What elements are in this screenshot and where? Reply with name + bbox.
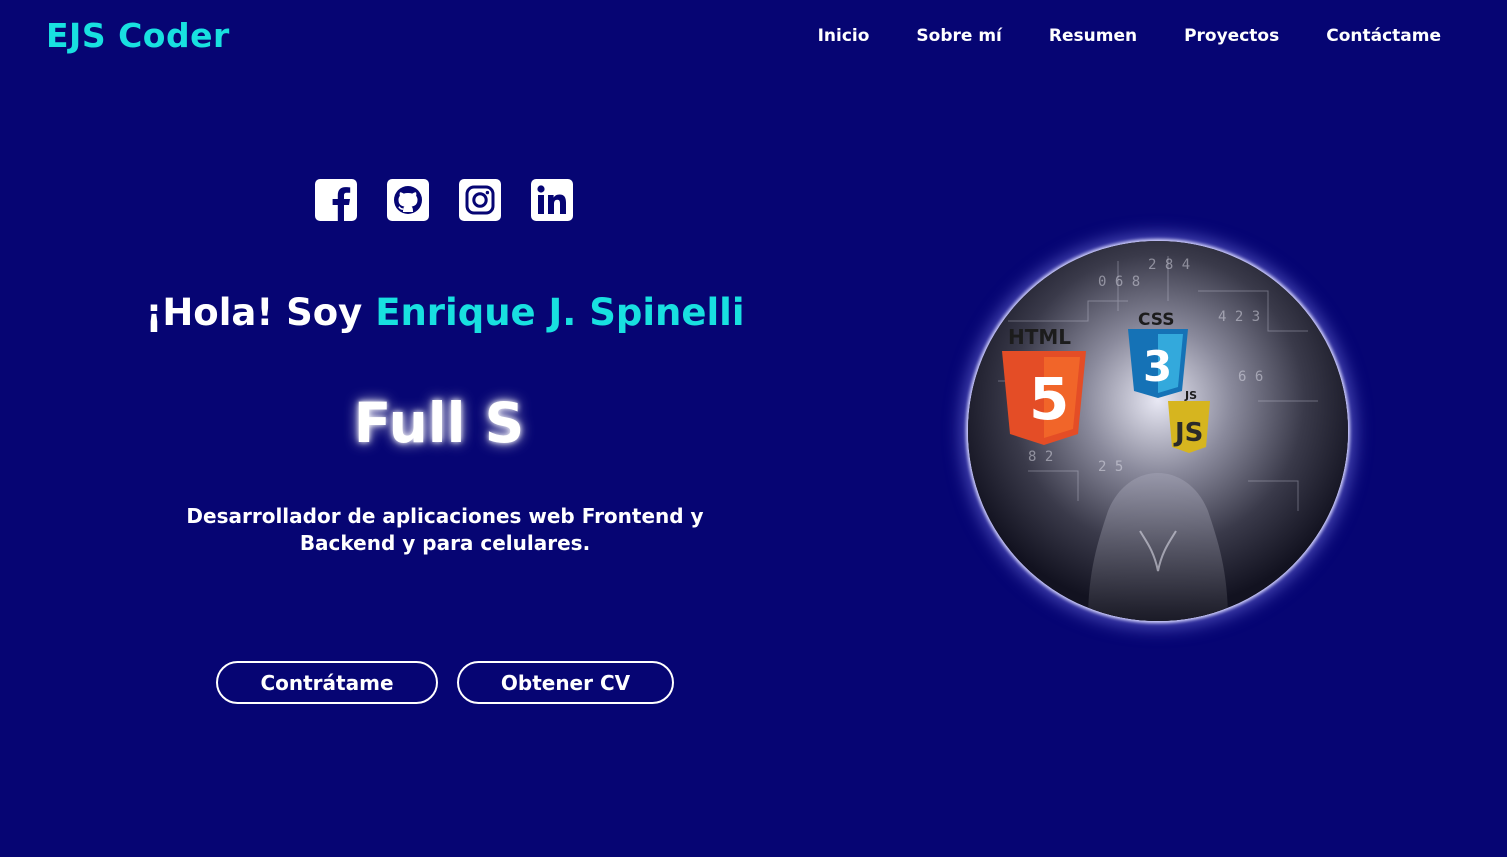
css-label: CSS	[1138, 310, 1175, 330]
svg-text:4 2 3: 4 2 3	[1218, 309, 1260, 325]
js-label: JS	[1184, 389, 1197, 402]
page: EJS Coder Inicio Sobre mí Resumen Proyec…	[0, 0, 1507, 857]
github-icon[interactable]	[387, 179, 429, 221]
hero-greeting: ¡Hola! Soy Enrique J. Spinelli	[0, 291, 890, 334]
svg-text:2 8 4: 2 8 4	[1148, 257, 1190, 273]
main-nav: Inicio Sobre mí Resumen Proyectos Contác…	[771, 26, 1441, 46]
hero-name: Enrique J. Spinelli	[375, 291, 745, 334]
nav-item-inicio[interactable]: Inicio	[818, 26, 870, 46]
nav-item-sobre-mi[interactable]: Sobre mí	[916, 26, 1001, 46]
svg-text:6 6: 6 6	[1238, 369, 1263, 385]
nav-item-proyectos[interactable]: Proyectos	[1184, 26, 1279, 46]
instagram-icon[interactable]	[459, 179, 501, 221]
hero-description: Desarrollador de aplicaciones web Fronte…	[186, 504, 704, 555]
linkedin-icon[interactable]	[531, 179, 573, 221]
facebook-icon[interactable]	[315, 179, 357, 221]
html5-icon: 5	[1029, 365, 1069, 433]
greeting-prefix: ¡Hola! Soy	[145, 291, 376, 334]
css3-icon: 3	[1143, 342, 1172, 391]
svg-text:0 6 8: 0 6 8	[1098, 274, 1140, 290]
js-icon: JS	[1173, 418, 1203, 448]
svg-text:2 5: 2 5	[1098, 459, 1123, 475]
social-links	[315, 179, 603, 221]
profile-image: 0 6 8 2 8 4 4 2 3 6 6 8 2 2 5 HTML 5 CSS…	[968, 241, 1348, 621]
get-cv-button[interactable]: Obtener CV	[457, 661, 674, 704]
hero-role-typed: Full S	[353, 391, 525, 455]
svg-text:8 2: 8 2	[1028, 449, 1053, 465]
site-logo[interactable]: EJS Coder	[46, 16, 230, 55]
nav-item-resumen[interactable]: Resumen	[1049, 26, 1137, 46]
hire-me-button[interactable]: Contrátame	[216, 661, 438, 704]
html-label: HTML	[1008, 325, 1071, 349]
nav-item-contactame[interactable]: Contáctame	[1326, 26, 1441, 46]
